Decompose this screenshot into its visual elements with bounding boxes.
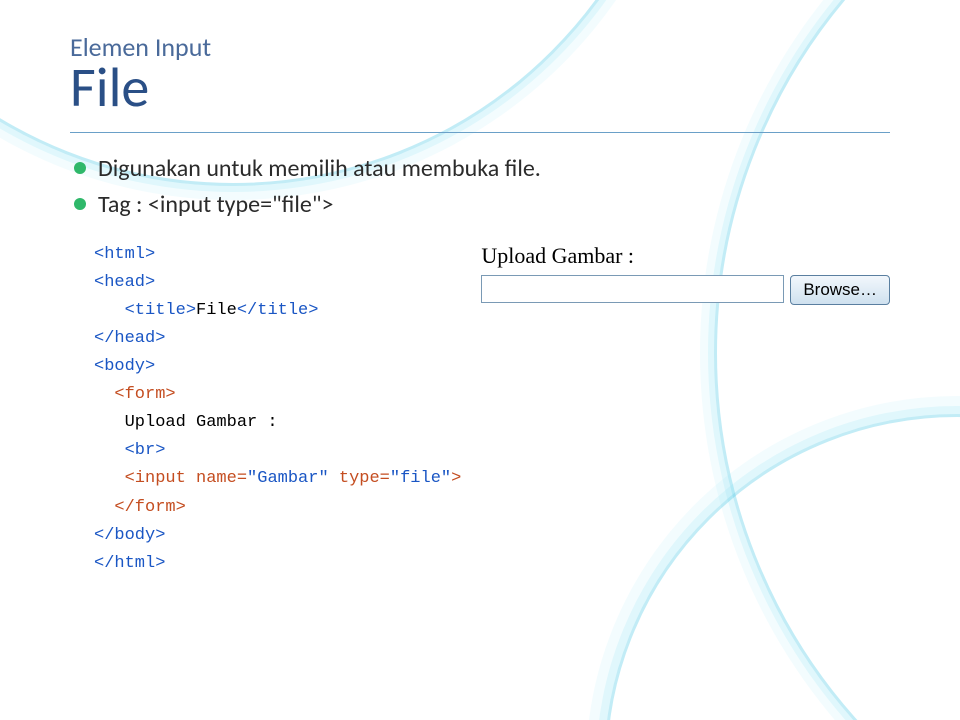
file-path-input[interactable] bbox=[481, 275, 784, 303]
code-token: "file" bbox=[390, 469, 451, 488]
code-token: name= bbox=[196, 469, 247, 488]
code-token: Upload Gambar : bbox=[125, 413, 278, 432]
browse-button[interactable]: Browse… bbox=[790, 275, 890, 305]
code-token: <html> bbox=[94, 245, 155, 264]
upload-label: Upload Gambar : bbox=[481, 243, 890, 269]
code-token: type= bbox=[329, 469, 390, 488]
code-token: <br> bbox=[125, 441, 166, 460]
code-token: File bbox=[196, 301, 237, 320]
code-token: </title> bbox=[237, 301, 319, 320]
heading-title: File bbox=[70, 59, 890, 118]
bullet-item: Tag : <input type="file"> bbox=[70, 187, 890, 223]
slide-heading: Elemen Input File bbox=[70, 34, 890, 118]
code-token: </body> bbox=[94, 526, 165, 545]
code-sample: <html> <head> <title>File</title> </head> <… bbox=[90, 237, 461, 578]
heading-underline bbox=[70, 132, 890, 133]
bullet-list: Digunakan untuk memilih atau membuka fil… bbox=[70, 151, 890, 223]
file-input-row: Browse… bbox=[481, 275, 890, 305]
code-token: > bbox=[451, 469, 461, 488]
heading-overline: Elemen Input bbox=[70, 34, 890, 61]
code-token: <head> bbox=[94, 273, 155, 292]
code-token: "Gambar" bbox=[247, 469, 329, 488]
code-token: <title> bbox=[125, 301, 196, 320]
bullet-item: Digunakan untuk memilih atau membuka fil… bbox=[70, 151, 890, 187]
code-token: </html> bbox=[94, 554, 165, 573]
code-token: <input bbox=[125, 469, 196, 488]
code-token: </head> bbox=[94, 329, 165, 348]
slide: Elemen Input File Digunakan untuk memili… bbox=[0, 0, 960, 720]
code-token: <body> bbox=[94, 357, 155, 376]
content-columns: <html> <head> <title>File</title> </head> <… bbox=[90, 237, 890, 578]
code-token: </form> bbox=[114, 498, 185, 517]
rendered-output: Upload Gambar : Browse… bbox=[481, 243, 890, 305]
code-token: <form> bbox=[114, 385, 175, 404]
